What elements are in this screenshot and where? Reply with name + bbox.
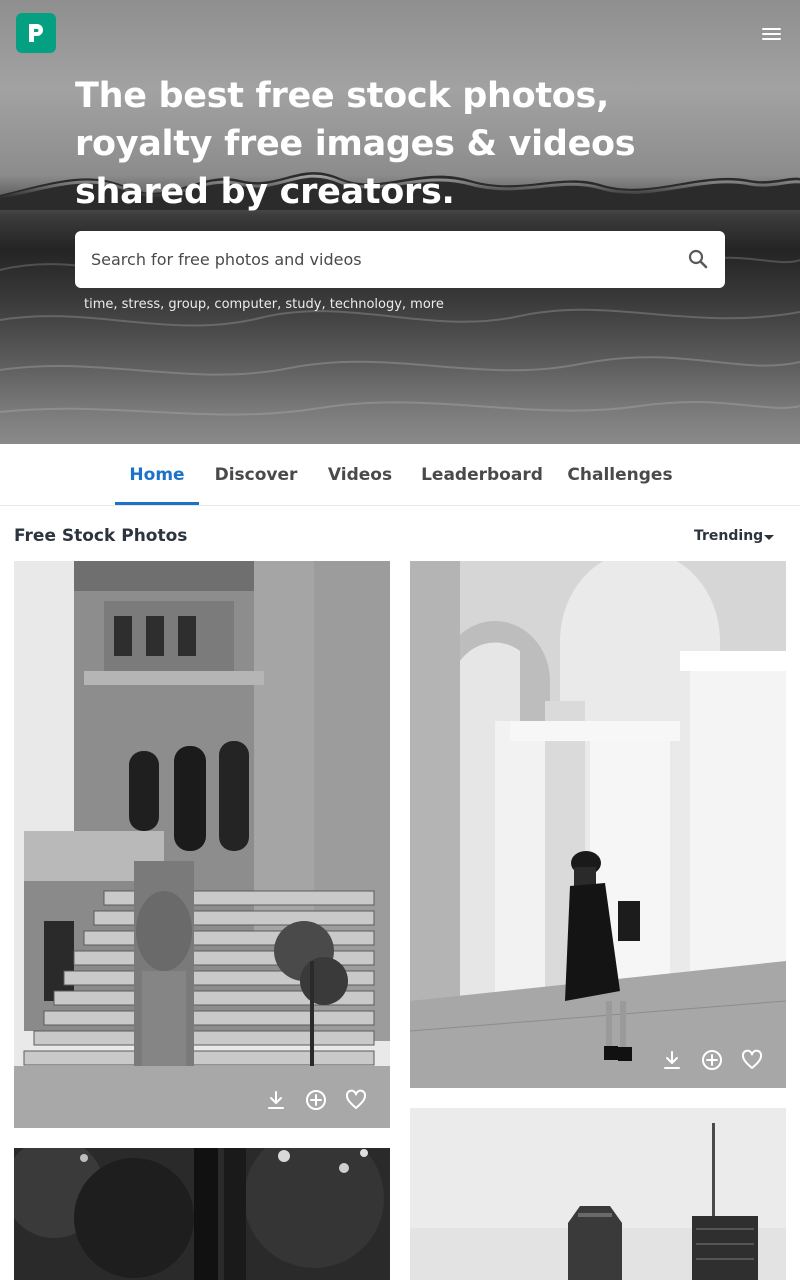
photo-card[interactable]	[410, 1108, 786, 1280]
logo-icon	[29, 24, 43, 42]
tab-home[interactable]: Home	[115, 444, 199, 506]
search-input[interactable]	[91, 231, 671, 288]
tab-challenges[interactable]: Challenges	[564, 444, 676, 506]
add-to-collection-icon[interactable]	[304, 1088, 328, 1112]
photo-skyline-fog	[410, 1108, 786, 1280]
add-to-collection-icon[interactable]	[700, 1048, 724, 1072]
search-suggestions: time, stress, group, computer, study, te…	[84, 297, 444, 312]
suggestion-link[interactable]: time	[84, 297, 113, 312]
heart-icon[interactable]	[740, 1048, 764, 1072]
heart-icon[interactable]	[344, 1088, 368, 1112]
active-tab-indicator	[115, 502, 199, 505]
tab-leaderboard[interactable]: Leaderboard	[416, 444, 548, 506]
sort-label: Trending	[694, 528, 764, 544]
sort-dropdown[interactable]: Trending	[694, 526, 786, 548]
download-icon[interactable]	[660, 1048, 684, 1072]
search-bar[interactable]	[75, 231, 725, 288]
suggestion-link[interactable]: stress	[122, 297, 160, 312]
suggestion-link[interactable]: technology	[330, 297, 402, 312]
photo-actions	[660, 1048, 764, 1072]
pexels-logo[interactable]	[16, 13, 56, 53]
photo-card[interactable]	[14, 561, 390, 1128]
photo-building-stairs	[14, 561, 390, 1128]
section-title: Free Stock Photos	[14, 526, 188, 546]
search-icon[interactable]	[686, 247, 710, 271]
download-icon[interactable]	[264, 1088, 288, 1112]
suggestion-link[interactable]: study	[285, 297, 321, 312]
suggestion-more-link[interactable]: more	[410, 297, 444, 312]
suggestion-link[interactable]: computer	[214, 297, 277, 312]
main-nav-tabs: Home Discover Videos Leaderboard Challen…	[0, 444, 800, 506]
photo-forest	[14, 1148, 390, 1280]
photo-woman-arches	[410, 561, 786, 1088]
photo-card[interactable]	[14, 1148, 390, 1280]
menu-icon[interactable]	[758, 22, 786, 46]
chevron-down-icon	[764, 535, 774, 540]
photo-card[interactable]	[410, 561, 786, 1088]
tab-videos[interactable]: Videos	[320, 444, 400, 506]
hero-banner: The best free stock photos, royalty free…	[0, 0, 800, 444]
suggestion-link[interactable]: group	[168, 297, 206, 312]
tab-discover[interactable]: Discover	[212, 444, 300, 506]
hero-title: The best free stock photos, royalty free…	[75, 76, 636, 212]
photo-actions	[264, 1088, 368, 1112]
